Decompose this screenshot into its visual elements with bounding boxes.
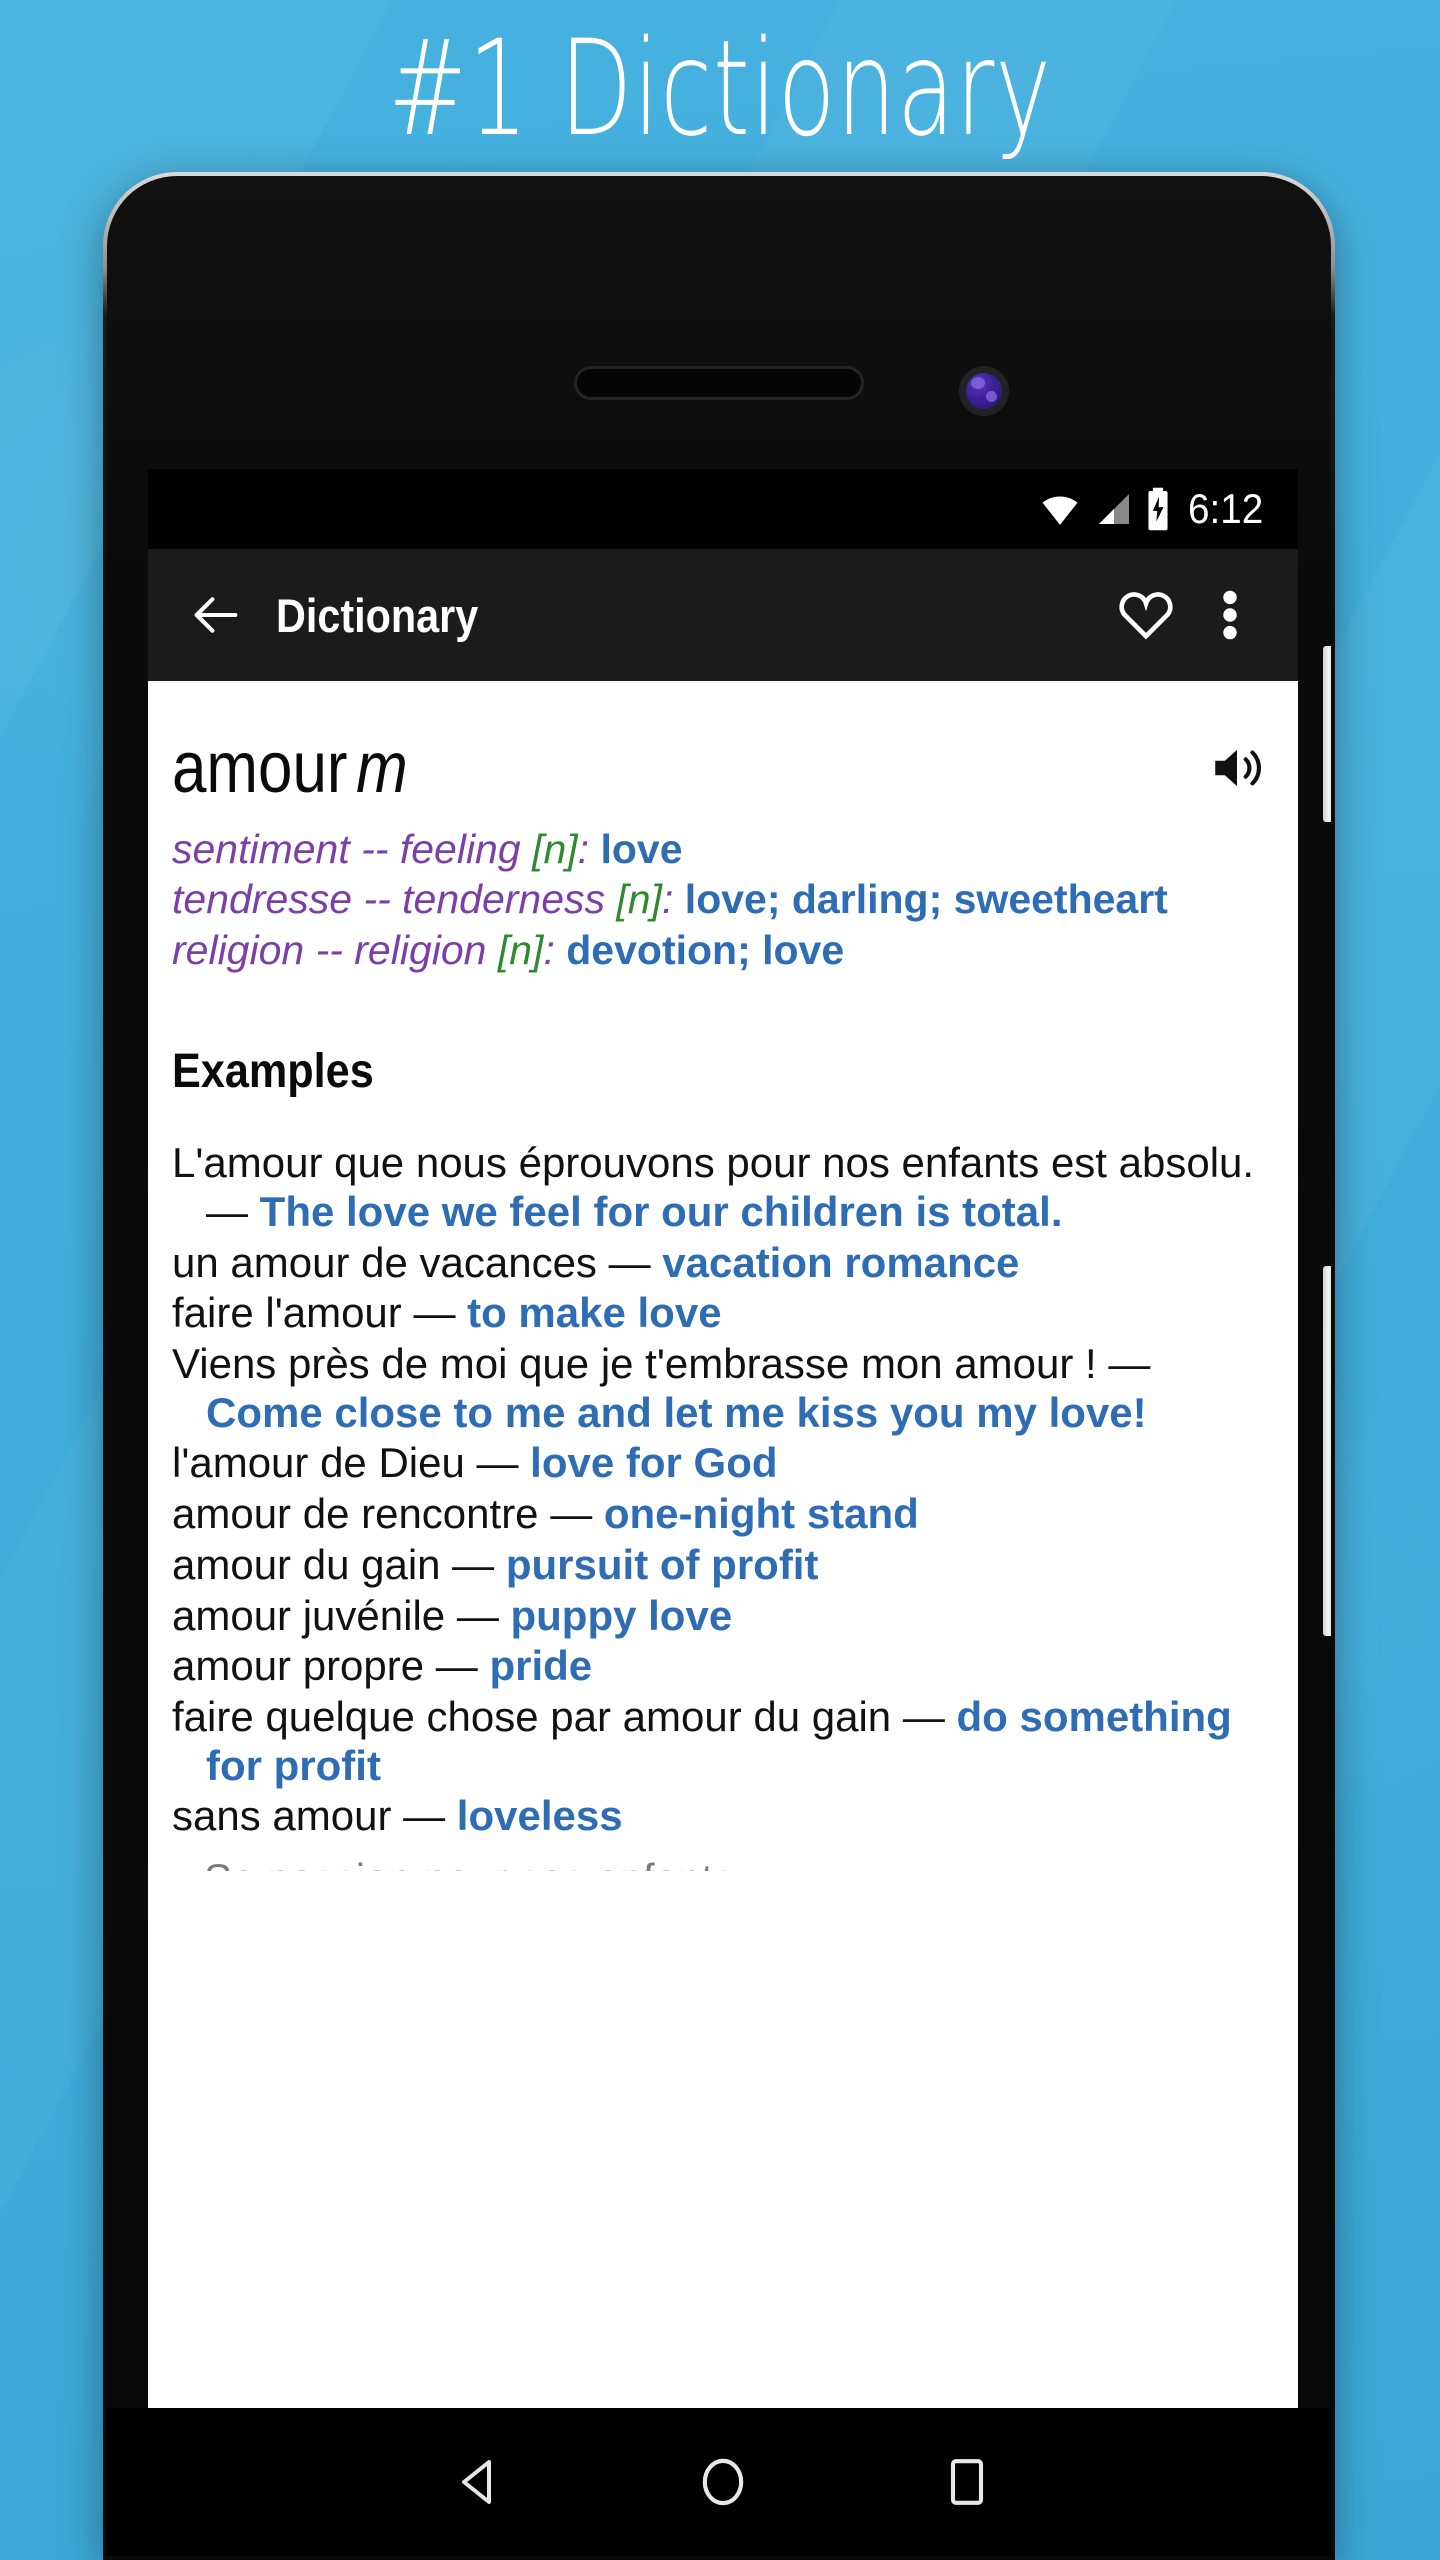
example-row: amour de rencontre — one-night stand [172,1490,1270,1539]
phone-device: 6:12 Dictionary amour m sentiment -- fee… [103,172,1335,2560]
entry-header: amour m [170,681,1276,825]
example-translation[interactable]: The love we feel for our children is tot… [260,1188,1063,1235]
promo-headline: #1 Dictionary [388,10,1052,166]
example-translation[interactable]: pursuit of profit [506,1541,819,1588]
example-translation[interactable]: love for God [530,1439,777,1486]
sense-pos-tag: [n] [532,826,578,872]
signal-icon [1094,489,1134,529]
earpiece-speaker-icon [574,366,864,400]
sense-domain: tendresse -- tenderness [172,876,617,923]
sense-translation[interactable]: darling [792,876,929,922]
translation-separator: ; [928,876,954,923]
overflow-menu-button[interactable] [1188,584,1272,646]
nav-back-button[interactable] [419,2452,539,2512]
sense-translation[interactable]: devotion [566,927,737,973]
phone-screen: 6:12 Dictionary amour m sentiment -- fee… [148,469,1298,2556]
example-row: un amour de vacances — vacation romance [172,1239,1270,1288]
status-bar: 6:12 [148,469,1298,549]
example-source: faire l'amour — [172,1289,468,1337]
app-bar-title: Dictionary [276,588,479,642]
nav-recents-button[interactable] [907,2453,1027,2511]
example-source: l'amour de Dieu — [172,1439,531,1487]
example-translation[interactable]: puppy love [510,1592,732,1639]
translation-separator: ; [737,926,763,973]
example-row: l'amour de Dieu — love for God [172,1439,1270,1488]
clipped-next-example: Sa passion pour ses enfants [170,1855,1276,1871]
sense-colon: : [662,876,685,923]
example-row: amour du gain — pursuit of profit [172,1541,1270,1590]
example-row: faire l'amour — to make love [172,1289,1270,1338]
example-row: amour juvénile — puppy love [172,1592,1270,1641]
example-source: amour propre — [172,1642,490,1690]
headword-gender: m [356,728,408,808]
sense-domain: religion -- religion [172,926,498,973]
example-translation[interactable]: Come close to me and let me kiss you my … [206,1389,1147,1436]
sense-row: sentiment -- feeling [n]: love [172,825,1270,873]
sense-translation[interactable]: love [685,876,767,922]
front-camera-icon [959,366,1009,416]
sense-row: tendresse -- tenderness [n]: love; darli… [172,875,1270,923]
example-source: faire quelque chose par amour du gain — [172,1693,957,1741]
headword: amour m [172,727,408,809]
sense-translation[interactable]: sweetheart [954,876,1168,922]
sense-translation[interactable]: love [762,927,844,973]
wifi-icon [1037,489,1083,529]
nav-home-button[interactable] [663,2452,783,2512]
dictionary-entry-content: amour m sentiment -- feeling [n]: love ten… [148,681,1298,2556]
sense-translation[interactable]: love [600,826,682,872]
back-button[interactable] [174,586,258,644]
translation-separator: ; [766,876,792,923]
example-source: sans amour — [172,1792,457,1840]
example-row: L'amour que nous éprouvons pour nos enfa… [172,1139,1270,1236]
status-bar-clock: 6:12 [1188,485,1264,532]
volume-button[interactable] [1323,1266,1331,1636]
pronounce-speaker-button[interactable] [1208,739,1266,797]
example-translation[interactable]: one-night stand [604,1490,919,1537]
example-source: amour juvénile — [172,1591,511,1639]
sense-colon: : [543,926,567,973]
camera-lens [966,373,1002,409]
example-row: amour propre — pride [172,1642,1270,1691]
sense-pos-tag: [n] [616,876,662,923]
example-translation[interactable]: to make love [467,1289,721,1336]
example-source: amour de rencontre — [172,1490,604,1538]
examples-list: L'amour que nous éprouvons pour nos enfa… [170,1139,1276,1841]
power-button[interactable] [1323,646,1331,822]
example-translation[interactable]: loveless [457,1792,623,1839]
sense-colon: : [577,826,601,872]
app-bar: Dictionary [148,549,1298,681]
example-row: faire quelque chose par amour du gain — … [172,1693,1270,1790]
headword-text: amour [172,728,348,808]
example-translation[interactable]: vacation romance [662,1239,1019,1286]
example-source: Viens près de moi que je t'embrasse mon … [172,1340,1151,1387]
phone-body: 6:12 Dictionary amour m sentiment -- fee… [107,176,1331,2556]
sense-domain: sentiment -- feeling [172,826,533,872]
favorite-button[interactable] [1104,584,1188,646]
sense-row: religion -- religion [n]: devotion; love [172,926,1270,974]
android-nav-bar [107,2408,1331,2556]
example-translation[interactable]: pride [489,1642,592,1689]
sense-pos-tag: [n] [497,926,544,973]
sense-list: sentiment -- feeling [n]: love tendresse … [170,825,1276,974]
example-row: sans amour — loveless [172,1792,1270,1841]
example-row: Viens près de moi que je t'embrasse mon … [172,1340,1270,1437]
example-source: amour du gain — [172,1540,506,1588]
examples-heading: Examples [172,1045,374,1099]
battery-charging-icon [1145,487,1171,531]
example-source: un amour de vacances — [172,1238,663,1286]
